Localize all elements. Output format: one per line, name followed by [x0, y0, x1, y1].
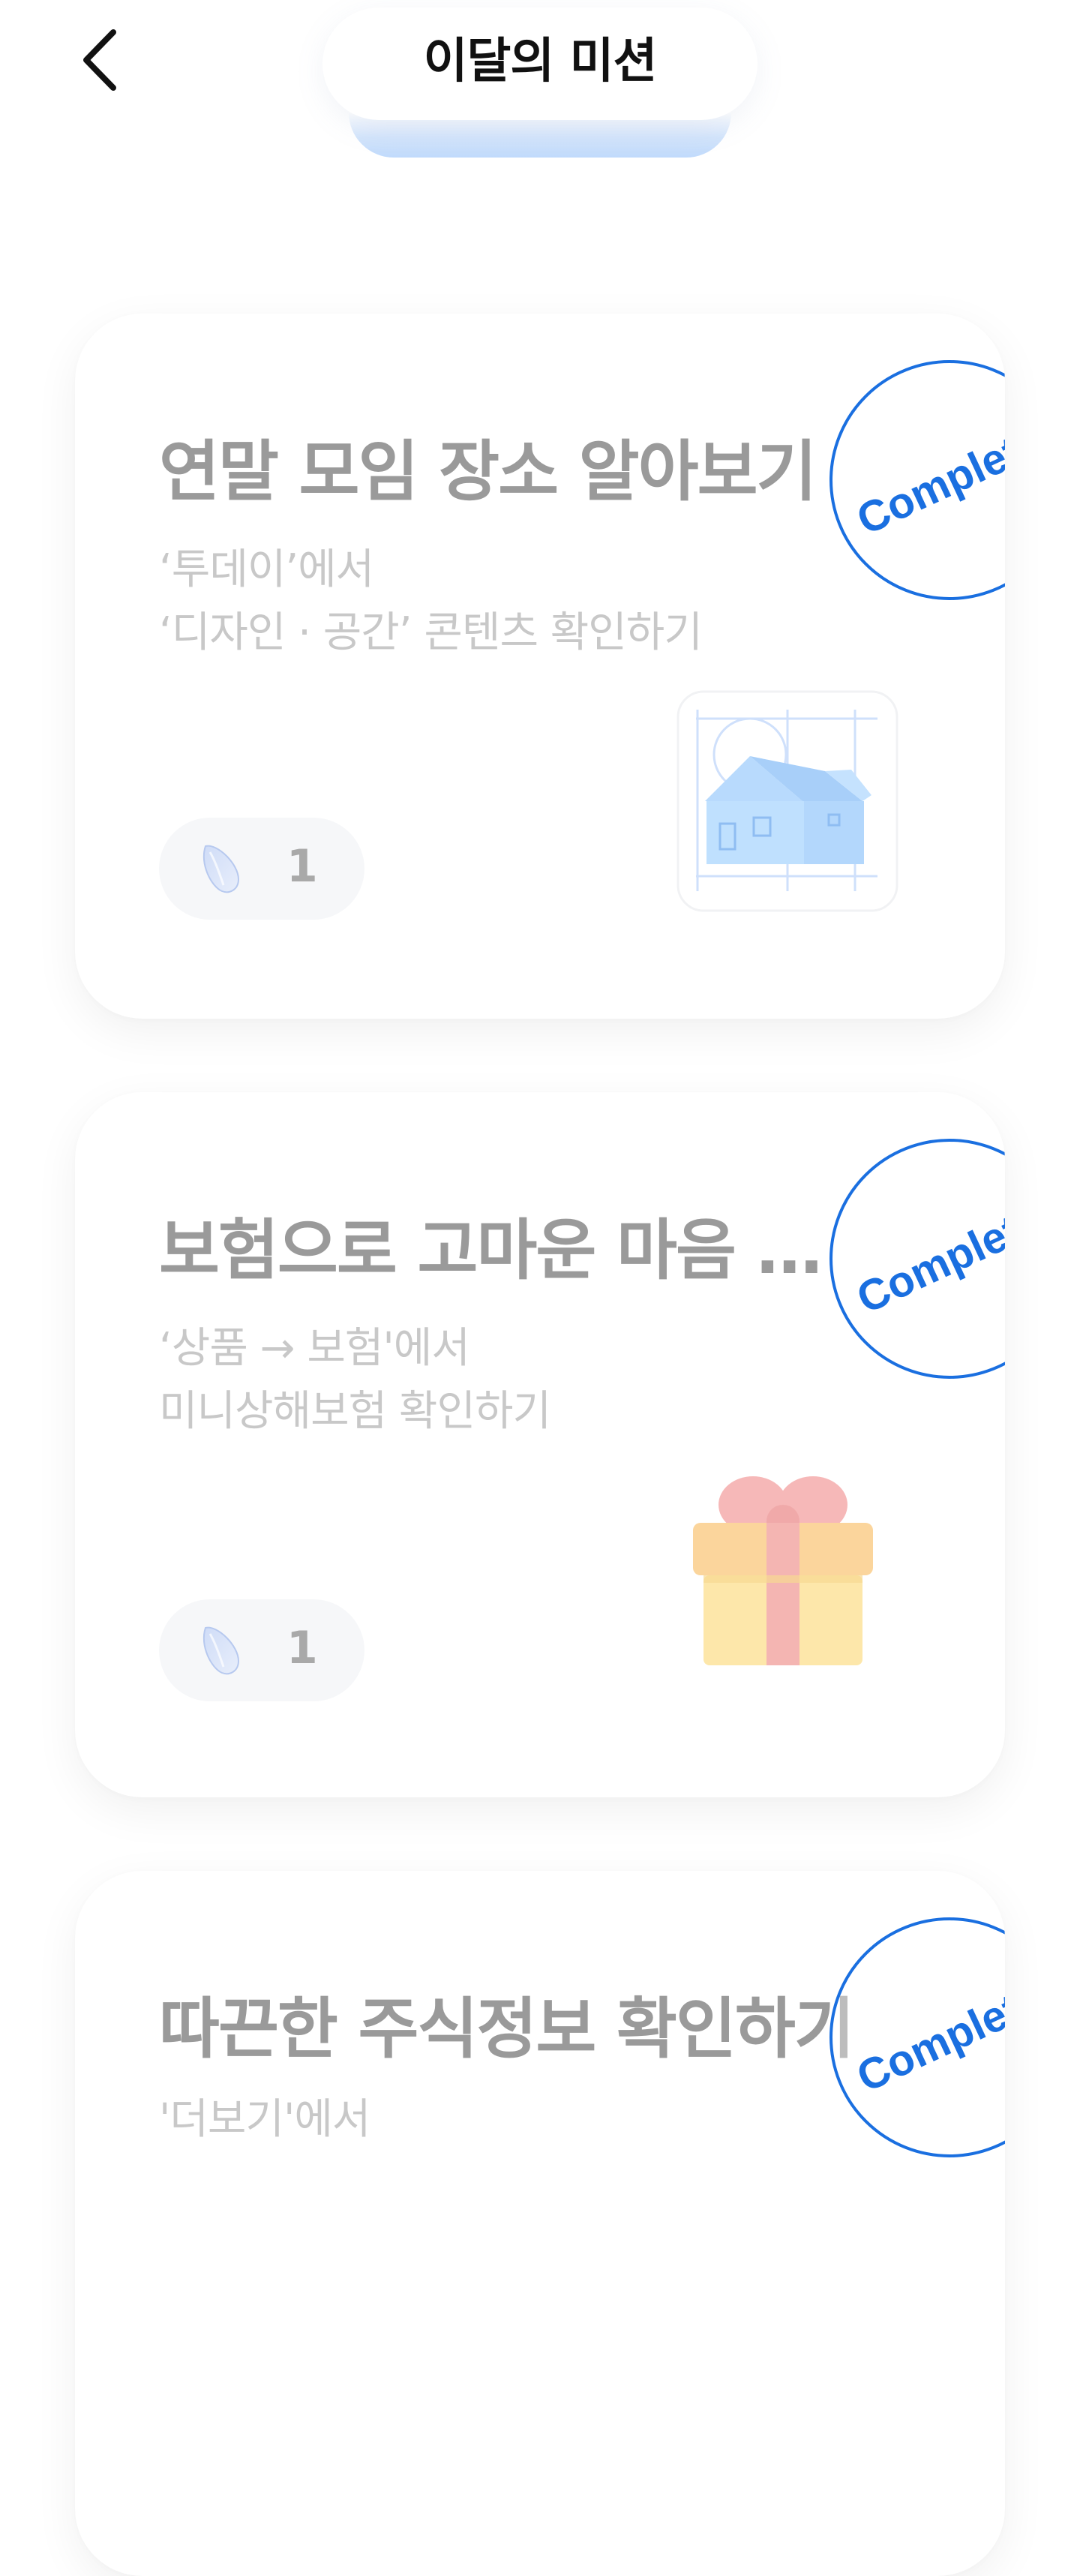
- seed-icon: [202, 845, 240, 893]
- header: 이달의 미션: [0, 0, 1080, 165]
- chevron-left-icon: [83, 29, 116, 91]
- mission-title: 연말 모임 장소 알아보기: [159, 433, 818, 510]
- reward-value: 1: [286, 840, 318, 893]
- complete-stamp: Complete: [830, 1139, 1005, 1379]
- mission-description: '더보기'에서: [159, 2088, 370, 2151]
- mission-card[interactable]: 따끈한 주식정보 확인하기 '더보기'에서 Complete: [75, 1871, 1005, 2576]
- complete-stamp: Complete: [830, 360, 1005, 600]
- mission-desc-line: ‘상품 → 보험'에서: [159, 1324, 470, 1373]
- page-title: 이달의 미션: [423, 34, 658, 89]
- mission-card[interactable]: 연말 모임 장소 알아보기 ‘투데이’에서 ‘디자인 · 공간’ 콘텐츠 확인하…: [75, 314, 1005, 1019]
- mission-desc-line: ‘디자인 · 공간’ 콘텐츠 확인하기: [159, 608, 703, 657]
- mission-description: ‘상품 → 보험'에서 미니상해보험 확인하기: [159, 1317, 551, 1443]
- back-button[interactable]: [68, 23, 135, 98]
- gift-box-icon: [693, 1476, 873, 1665]
- mission-title: 보험으로 고마운 마음 전…: [159, 1211, 879, 1289]
- mission-description: ‘투데이’에서 ‘디자인 · 공간’ 콘텐츠 확인하기: [159, 539, 703, 665]
- house-blueprint-icon: [676, 690, 898, 912]
- reward-badge: 1: [159, 1599, 364, 1701]
- mission-desc-line: ‘투데이’에서: [159, 545, 374, 594]
- seed-icon: [202, 1626, 240, 1675]
- mission-title: 따끈한 주식정보 확인하기: [159, 1990, 855, 2067]
- reward-value: 1: [286, 1622, 318, 1674]
- mission-desc-line: '더보기'에서: [159, 2095, 370, 2144]
- reward-badge: 1: [159, 818, 364, 920]
- mission-desc-line: 미니상해보험 확인하기: [159, 1387, 551, 1436]
- complete-stamp: Complete: [830, 1917, 1005, 2157]
- mission-card[interactable]: 보험으로 고마운 마음 전… ‘상품 → 보험'에서 미니상해보험 확인하기 1: [75, 1092, 1005, 1797]
